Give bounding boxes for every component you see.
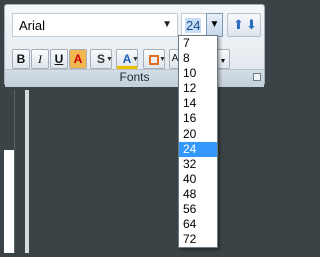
- font-size-option[interactable]: 72: [179, 232, 217, 247]
- dialog-launcher-icon[interactable]: [253, 73, 261, 81]
- font-name-value: Arial: [19, 18, 46, 33]
- chevron-down-icon[interactable]: ▼: [159, 56, 166, 63]
- font-size-option[interactable]: 20: [179, 127, 217, 142]
- border-icon: [149, 54, 159, 65]
- font-size-option[interactable]: 24: [179, 141, 217, 157]
- chevron-down-icon: ▼: [219, 58, 227, 65]
- chevron-down-icon: ▼: [209, 19, 220, 30]
- more-options-button[interactable]: ▼: [216, 49, 230, 69]
- shrink-font-icon[interactable]: ⬇: [246, 17, 257, 33]
- chevron-down-icon[interactable]: ▼: [162, 19, 172, 30]
- grow-font-icon[interactable]: ⬆: [233, 17, 244, 33]
- font-size-option[interactable]: 8: [179, 51, 217, 66]
- text-highlight-icon[interactable]: A: [69, 49, 87, 69]
- font-size-option[interactable]: 14: [179, 96, 217, 111]
- font-size-option[interactable]: 56: [179, 202, 217, 217]
- font-size-option[interactable]: 40: [179, 172, 217, 187]
- font-size-value[interactable]: 24: [185, 18, 202, 33]
- font-name-combobox[interactable]: Arial ▼: [12, 13, 178, 37]
- bold-button[interactable]: B: [12, 49, 30, 69]
- font-size-option[interactable]: 16: [179, 111, 217, 126]
- page-edge: [4, 150, 14, 253]
- font-size-option[interactable]: 10: [179, 66, 217, 81]
- font-size-option[interactable]: 32: [179, 157, 217, 172]
- italic-button[interactable]: I: [31, 49, 49, 69]
- font-size-option[interactable]: 12: [179, 81, 217, 96]
- font-size-combobox[interactable]: 24 ▼: [181, 13, 223, 37]
- font-size-option[interactable]: 7: [179, 36, 217, 51]
- font-ribbon-group: Arial ▼ 24 ▼ ⬆ ⬇ B I U A S ▼ A ▼ ▼ ▼ Fon…: [4, 4, 265, 87]
- splitter[interactable]: [25, 90, 29, 253]
- font-size-option[interactable]: 48: [179, 187, 217, 202]
- grow-shrink-font-button[interactable]: ⬆ ⬇: [227, 13, 261, 37]
- group-label: Fonts: [5, 69, 264, 87]
- font-size-dropdown-list: 7 8 10 12 14 16 20 24 32 40 48 56 64 72: [178, 35, 218, 248]
- window-frame: Arial ▼ 24 ▼ ⬆ ⬇ B I U A S ▼ A ▼ ▼ ▼ Fon…: [0, 0, 270, 257]
- font-size-dropdown-button[interactable]: ▼: [206, 13, 223, 37]
- chevron-down-icon[interactable]: ▼: [106, 56, 113, 63]
- underline-button[interactable]: U: [50, 49, 68, 69]
- font-size-option[interactable]: 64: [179, 217, 217, 232]
- chevron-down-icon[interactable]: ▼: [132, 56, 139, 63]
